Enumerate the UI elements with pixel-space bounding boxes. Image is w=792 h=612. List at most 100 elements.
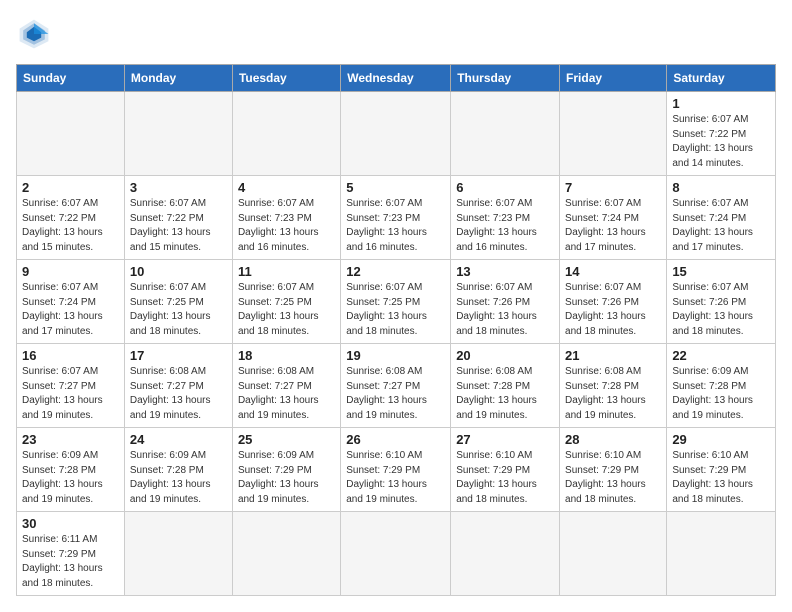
day-number: 4 (238, 180, 335, 195)
day-info: Sunrise: 6:07 AMSunset: 7:24 PMDaylight:… (22, 281, 119, 339)
calendar-cell: 17 Sunrise: 6:08 AMSunset: 7:27 PMDayligh… (124, 344, 232, 428)
weekday-header-thursday: Thursday (451, 65, 560, 92)
calendar-cell: 16 Sunrise: 6:07 AMSunset: 7:27 PMDayligh… (17, 344, 125, 428)
day-number: 21 (565, 348, 661, 363)
calendar-cell: 15Sunrise: 6:07 AMSunset: 7:26 PMDayligh… (667, 260, 776, 344)
calendar-header: SundayMondayTuesdayWednesdayThursdayFrid… (17, 65, 776, 92)
day-number: 12 (346, 264, 445, 279)
logo (16, 16, 58, 52)
day-info: Sunrise: 6:10 AMSunset: 7:29 PMDaylight:… (565, 449, 661, 507)
day-number: 30 (22, 516, 119, 531)
calendar-cell: 10Sunrise: 6:07 AMSunset: 7:25 PMDayligh… (124, 260, 232, 344)
day-number: 14 (565, 264, 661, 279)
day-info: Sunrise: 6:10 AMSunset: 7:29 PMDaylight:… (346, 449, 445, 507)
day-number: 16 (22, 348, 119, 363)
calendar-week-4: 16 Sunrise: 6:07 AMSunset: 7:27 PMDayligh… (17, 344, 776, 428)
day-number: 28 (565, 432, 661, 447)
day-info: Sunrise: 6:08 AMSunset: 7:27 PMDaylight:… (238, 365, 335, 423)
calendar-cell: 21 Sunrise: 6:08 AMSunset: 7:28 PMDayligh… (560, 344, 667, 428)
weekday-header-tuesday: Tuesday (232, 65, 340, 92)
day-info: Sunrise: 6:07 AMSunset: 7:27 PMDaylight:… (22, 365, 119, 423)
day-info: Sunrise: 6:07 AMSunset: 7:23 PMDaylight:… (346, 197, 445, 255)
day-info: Sunrise: 6:08 AMSunset: 7:28 PMDaylight:… (456, 365, 554, 423)
calendar-week-3: 9 Sunrise: 6:07 AMSunset: 7:24 PMDaylight… (17, 260, 776, 344)
day-number: 19 (346, 348, 445, 363)
calendar-week-6: 30 Sunrise: 6:11 AMSunset: 7:29 PMDayligh… (17, 512, 776, 596)
day-info: Sunrise: 6:07 AMSunset: 7:26 PMDaylight:… (672, 281, 770, 339)
calendar-cell: 5 Sunrise: 6:07 AMSunset: 7:23 PMDaylight… (341, 176, 451, 260)
day-info: Sunrise: 6:08 AMSunset: 7:28 PMDaylight:… (565, 365, 661, 423)
calendar-cell (667, 512, 776, 596)
calendar-body: 1Sunrise: 6:07 AMSunset: 7:22 PMDaylight… (17, 92, 776, 596)
day-number: 25 (238, 432, 335, 447)
day-info: Sunrise: 6:09 AMSunset: 7:28 PMDaylight:… (130, 449, 227, 507)
calendar-cell: 20Sunrise: 6:08 AMSunset: 7:28 PMDayligh… (451, 344, 560, 428)
calendar-cell: 1Sunrise: 6:07 AMSunset: 7:22 PMDaylight… (667, 92, 776, 176)
calendar-cell: 28 Sunrise: 6:10 AMSunset: 7:29 PMDayligh… (560, 428, 667, 512)
day-number: 29 (672, 432, 770, 447)
day-info: Sunrise: 6:08 AMSunset: 7:27 PMDaylight:… (346, 365, 445, 423)
weekday-header-saturday: Saturday (667, 65, 776, 92)
calendar-cell: 13Sunrise: 6:07 AMSunset: 7:26 PMDayligh… (451, 260, 560, 344)
calendar-cell: 27 Sunrise: 6:10 AMSunset: 7:29 PMDayligh… (451, 428, 560, 512)
day-number: 11 (238, 264, 335, 279)
day-info: Sunrise: 6:07 AMSunset: 7:25 PMDaylight:… (238, 281, 335, 339)
day-info: Sunrise: 6:07 AMSunset: 7:22 PMDaylight:… (22, 197, 119, 255)
day-info: Sunrise: 6:11 AMSunset: 7:29 PMDaylight:… (22, 533, 119, 591)
calendar-cell: 12 Sunrise: 6:07 AMSunset: 7:25 PMDayligh… (341, 260, 451, 344)
calendar-cell (232, 92, 340, 176)
calendar-cell: 2Sunrise: 6:07 AMSunset: 7:22 PMDaylight… (17, 176, 125, 260)
day-number: 17 (130, 348, 227, 363)
calendar-cell: 24 Sunrise: 6:09 AMSunset: 7:28 PMDayligh… (124, 428, 232, 512)
day-number: 3 (130, 180, 227, 195)
calendar-cell (341, 512, 451, 596)
calendar-week-1: 1Sunrise: 6:07 AMSunset: 7:22 PMDaylight… (17, 92, 776, 176)
day-info: Sunrise: 6:07 AMSunset: 7:24 PMDaylight:… (672, 197, 770, 255)
day-info: Sunrise: 6:07 AMSunset: 7:26 PMDaylight:… (565, 281, 661, 339)
calendar-cell (341, 92, 451, 176)
day-number: 23 (22, 432, 119, 447)
calendar-cell (451, 92, 560, 176)
calendar-cell: 18Sunrise: 6:08 AMSunset: 7:27 PMDayligh… (232, 344, 340, 428)
calendar-table: SundayMondayTuesdayWednesdayThursdayFrid… (16, 64, 776, 596)
calendar-cell: 23 Sunrise: 6:09 AMSunset: 7:28 PMDayligh… (17, 428, 125, 512)
day-number: 27 (456, 432, 554, 447)
day-info: Sunrise: 6:09 AMSunset: 7:28 PMDaylight:… (22, 449, 119, 507)
calendar-cell (451, 512, 560, 596)
calendar-cell: 6Sunrise: 6:07 AMSunset: 7:23 PMDaylight… (451, 176, 560, 260)
calendar-cell (124, 512, 232, 596)
day-info: Sunrise: 6:10 AMSunset: 7:29 PMDaylight:… (672, 449, 770, 507)
day-number: 6 (456, 180, 554, 195)
calendar-cell: 29 Sunrise: 6:10 AMSunset: 7:29 PMDayligh… (667, 428, 776, 512)
calendar-cell: 14 Sunrise: 6:07 AMSunset: 7:26 PMDayligh… (560, 260, 667, 344)
day-number: 8 (672, 180, 770, 195)
day-number: 26 (346, 432, 445, 447)
calendar-cell: 3 Sunrise: 6:07 AMSunset: 7:22 PMDaylight… (124, 176, 232, 260)
day-info: Sunrise: 6:07 AMSunset: 7:23 PMDaylight:… (238, 197, 335, 255)
calendar-week-2: 2Sunrise: 6:07 AMSunset: 7:22 PMDaylight… (17, 176, 776, 260)
day-number: 5 (346, 180, 445, 195)
calendar-cell: 22Sunrise: 6:09 AMSunset: 7:28 PMDayligh… (667, 344, 776, 428)
weekday-header-sunday: Sunday (17, 65, 125, 92)
calendar-cell (560, 92, 667, 176)
weekday-header-monday: Monday (124, 65, 232, 92)
weekday-header-row: SundayMondayTuesdayWednesdayThursdayFrid… (17, 65, 776, 92)
day-number: 7 (565, 180, 661, 195)
weekday-header-friday: Friday (560, 65, 667, 92)
day-info: Sunrise: 6:07 AMSunset: 7:22 PMDaylight:… (672, 113, 770, 171)
calendar-cell (124, 92, 232, 176)
day-info: Sunrise: 6:07 AMSunset: 7:22 PMDaylight:… (130, 197, 227, 255)
day-info: Sunrise: 6:07 AMSunset: 7:25 PMDaylight:… (130, 281, 227, 339)
day-info: Sunrise: 6:10 AMSunset: 7:29 PMDaylight:… (456, 449, 554, 507)
day-number: 9 (22, 264, 119, 279)
day-info: Sunrise: 6:08 AMSunset: 7:27 PMDaylight:… (130, 365, 227, 423)
calendar-cell: 25 Sunrise: 6:09 AMSunset: 7:29 PMDayligh… (232, 428, 340, 512)
day-info: Sunrise: 6:09 AMSunset: 7:28 PMDaylight:… (672, 365, 770, 423)
calendar-cell (560, 512, 667, 596)
calendar-cell: 19 Sunrise: 6:08 AMSunset: 7:27 PMDayligh… (341, 344, 451, 428)
day-number: 24 (130, 432, 227, 447)
calendar-cell (17, 92, 125, 176)
day-info: Sunrise: 6:09 AMSunset: 7:29 PMDaylight:… (238, 449, 335, 507)
day-info: Sunrise: 6:07 AMSunset: 7:25 PMDaylight:… (346, 281, 445, 339)
day-info: Sunrise: 6:07 AMSunset: 7:26 PMDaylight:… (456, 281, 554, 339)
